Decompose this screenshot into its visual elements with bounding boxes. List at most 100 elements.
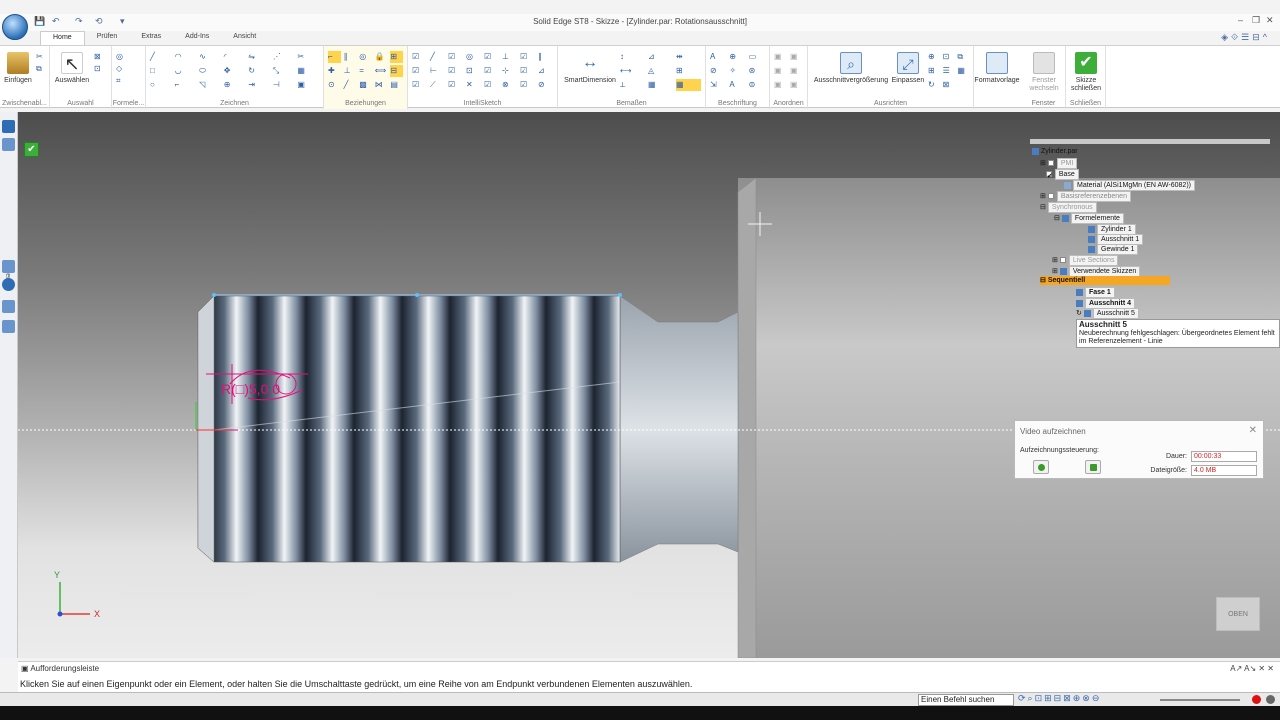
fill-icon[interactable]: ▣ (297, 79, 319, 91)
edge-keypoint[interactable] (212, 293, 216, 297)
minimize-icon[interactable]: – (1238, 15, 1243, 25)
fillet-icon[interactable]: ◜ (224, 51, 246, 63)
cylinder-body[interactable] (738, 178, 1280, 658)
undo-icon[interactable]: ↶ (52, 16, 60, 27)
tree-item-ausschnitt-1[interactable]: Ausschnitt 1 (1088, 234, 1144, 245)
relation-tools[interactable]: ⌐ ∥ ◎ 🔒 ⊞ ✚ ⊥ = ⟺ ⊟ ⊙ ╱ ▩ ⋈ ▤ (328, 51, 403, 91)
neck-groove[interactable] (619, 295, 739, 563)
trim-icon[interactable]: ✂ (297, 51, 319, 63)
draw-tools[interactable]: ╱ ◠ ∿ ◜ ⇋ ⋰ ✂ □ ◡ ⬭ ✥ ↻ ⤡ ▦ ○ ⌐ ◹ ⊕ ⇥ ⊣ ▣ (150, 51, 319, 91)
edge-keypoint[interactable] (415, 293, 419, 297)
tangent-arc-icon[interactable]: ◡ (175, 65, 197, 77)
tab-home[interactable]: Home (40, 31, 85, 45)
tangent-icon[interactable]: ⊙ (328, 79, 341, 91)
equal-icon[interactable]: ⊞ (390, 51, 403, 63)
arrange-tools[interactable]: ▣ ▣ ▣ ▣ ▣ ▣ (774, 51, 803, 91)
curve-icon[interactable]: ∿ (199, 51, 221, 63)
checkbox[interactable] (1047, 160, 1054, 167)
equal-length-icon[interactable]: = (359, 65, 372, 77)
zoom-area-button[interactable]: ⌕ Ausschnittvergrößerung (812, 52, 890, 85)
edge-keypoint[interactable] (618, 293, 622, 297)
library-icon[interactable] (2, 300, 15, 313)
repeat-icon[interactable]: ⟲ (95, 16, 103, 27)
body-chamfer[interactable] (737, 177, 757, 658)
shaft-chamfer[interactable] (197, 295, 215, 563)
lock-icon[interactable]: 🔒 (375, 51, 388, 63)
restore-icon[interactable]: ❐ (1252, 15, 1260, 26)
line-icon[interactable]: ╱ (150, 51, 172, 63)
rotate-icon[interactable]: ↻ (248, 65, 270, 77)
arc-icon[interactable]: ◠ (175, 51, 197, 63)
prompt-bar-icons[interactable]: A↗ A↘ ✕ ✕ (1230, 664, 1274, 673)
command-search-input[interactable]: Einen Befehl suchen (918, 694, 1014, 706)
chamfer-icon[interactable]: ◹ (199, 79, 221, 91)
tree-item-synchronous[interactable]: ⊟ Synchronous (1040, 202, 1097, 213)
symmetry-axis-icon[interactable]: ⋈ (375, 79, 388, 91)
move-icon[interactable]: ✥ (224, 65, 246, 77)
tab-add-ins[interactable]: Add-Ins (173, 31, 221, 45)
dimension-tools[interactable]: ↕ ⊿ ⇹ ⟷ ◬ ⊞ ⟂ ▦ ▦ (620, 51, 701, 91)
tree-item-formelemente[interactable]: ⊟ Formelemente (1054, 213, 1124, 224)
pattern-icon[interactable]: ▦ (297, 65, 319, 77)
extend-icon[interactable]: ⇥ (248, 79, 270, 91)
concentric-icon[interactable]: ◎ (359, 51, 372, 63)
tree-item-pmi[interactable]: ⊞ PMI (1040, 158, 1078, 169)
symmetric-icon[interactable]: ⟺ (375, 65, 388, 77)
sketch-mode-checkmark-icon[interactable]: ✔ (24, 142, 39, 157)
select-tools[interactable]: ⊠ ⊡ (94, 51, 107, 75)
tool-icon[interactable] (2, 260, 15, 273)
rigid-icon[interactable]: ▩ (359, 79, 372, 91)
layers-tab-icon[interactable] (2, 138, 15, 151)
view-control-icons[interactable]: ⟳⌕⊡⊞⊟⊠⊕⊗⊖ (1018, 693, 1101, 704)
help-icon[interactable] (2, 278, 15, 291)
tree-item-base[interactable]: ✔ Base (1040, 169, 1079, 180)
mirror-icon[interactable]: ⇋ (248, 51, 270, 63)
checkbox[interactable]: ✔ (1045, 171, 1053, 180)
select-button[interactable]: ↖ Auswählen (54, 52, 90, 85)
project-icon[interactable]: ⊕ (224, 79, 246, 91)
save-icon[interactable]: 💾 (34, 16, 45, 27)
close-sketch-button[interactable]: ✔ Skizze schließen (1068, 52, 1104, 93)
tree-item-sequentiell[interactable]: ⊟ Sequentiell (1040, 276, 1170, 285)
stop-indicator-icon[interactable] (1266, 695, 1275, 704)
horizontal-icon[interactable]: ✚ (328, 65, 341, 77)
customize-quick-access-icon[interactable]: ▾ (120, 16, 125, 27)
sketch-dimension-text[interactable]: R(□)5,0.0 (221, 381, 280, 397)
scale-icon[interactable]: ⤡ (273, 65, 295, 77)
split-icon[interactable]: ⊣ (273, 79, 295, 91)
formatvorlage-button[interactable]: Formatvorlage (974, 52, 1020, 85)
family-icon[interactable] (2, 320, 15, 333)
threaded-shaft[interactable] (197, 295, 621, 563)
view-cube[interactable]: OBEN (1216, 597, 1260, 631)
circle-icon[interactable]: ○ (150, 79, 172, 91)
view-tools[interactable]: ⊕ ⊡ ⧉ ⊞ ☰ ▦ ↻ ⊠ (928, 51, 969, 91)
tab-extras[interactable]: Extras (129, 31, 173, 45)
tree-item-fase-1[interactable]: Fase 1 (1076, 287, 1115, 298)
perpendicular-icon[interactable]: ⊥ (344, 65, 357, 77)
annotation-tools[interactable]: A ⊕ ▭ ⊘ ✧ ⊛ ⇲ A ⊜ (710, 51, 765, 91)
tree-item-zylinder-1[interactable]: Zylinder 1 (1088, 224, 1136, 235)
tree-item-verwendete-skizzen[interactable]: ⊞ Verwendete Skizzen (1052, 266, 1141, 277)
tree-item-ausschnitt-4[interactable]: Ausschnitt 4 (1076, 298, 1136, 309)
tab-ansicht[interactable]: Ansicht (221, 31, 268, 45)
pause-button[interactable] (1033, 460, 1049, 474)
tree-item-basisreferenzebenen[interactable]: ⊞ Basisreferenzebenen (1040, 191, 1131, 202)
maintain-icon[interactable]: ▤ (390, 79, 403, 91)
checkbox[interactable] (1059, 257, 1066, 264)
tree-item-material[interactable]: Material (AlSi1MgMn (EN AW-6082)) (1064, 180, 1195, 191)
switch-window-button[interactable]: Fenster wechseln (1024, 52, 1064, 93)
fit-button[interactable]: ⤢ Einpassen (890, 52, 926, 85)
tree-item-live-sections[interactable]: ⊞ Live Sections (1052, 255, 1119, 266)
intellisketch-tools[interactable]: ☑ ╱ ☑ ◎ ☑ ⊥ ☑ ∥ ☑ ⊢ ☑ ⊡ ☑ ⊹ ☑ ⊿ ☑ ⟋ ☑ ✕ ☑ ⊗ ☑ ⊘ (412, 51, 553, 91)
feature-tools[interactable]: ◎ ◇ ⌗ (116, 51, 141, 87)
redo-icon[interactable]: ↷ (75, 16, 83, 27)
application-button[interactable] (2, 14, 28, 40)
smartdimension-button[interactable]: ↔ SmartDimension (562, 52, 618, 85)
tree-root[interactable]: Zylinder.par (1032, 147, 1078, 156)
help-icons[interactable]: ◈⟐☰⊟^ (1221, 32, 1270, 43)
tree-item-ausschnitt-5[interactable]: ↻ Ausschnitt 5 (1076, 308, 1139, 319)
zoom-slider[interactable] (1160, 699, 1240, 701)
record-indicator-icon[interactable] (1252, 695, 1261, 704)
rectangle-icon[interactable]: □ (150, 65, 172, 77)
relations-display-icon[interactable]: ⊟ (390, 65, 403, 77)
